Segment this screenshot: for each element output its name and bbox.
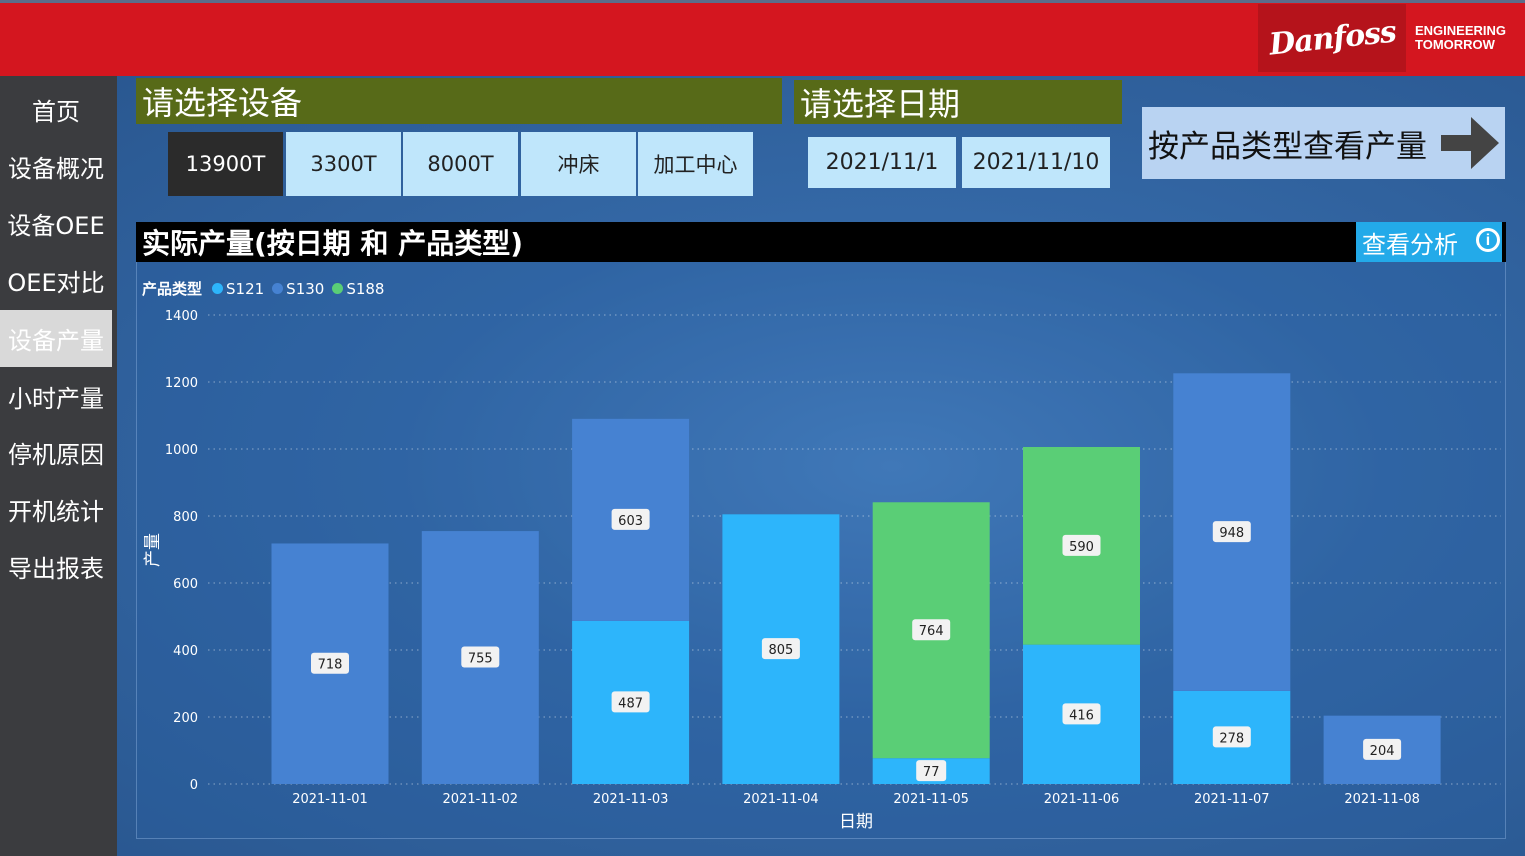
data-label: 204 — [1370, 744, 1395, 759]
tagline: ENGINEERING TOMORROW — [1415, 24, 1515, 52]
sidebar-item-device-overview[interactable]: 设备概况 — [0, 138, 112, 194]
chart-title: 实际产量(按日期 和 产品类型) — [136, 222, 1356, 262]
arrow-right-icon — [1441, 117, 1499, 169]
sidebar-item-device-output[interactable]: 设备产量 — [0, 310, 112, 367]
sidebar-item-hourly-output[interactable]: 小时产量 — [0, 368, 112, 424]
data-label: 77 — [923, 765, 940, 780]
tagline-line1: ENGINEERING — [1415, 23, 1507, 38]
device-button-8000t[interactable]: 8000T — [403, 132, 518, 196]
device-button-13900t[interactable]: 13900T — [168, 132, 283, 196]
device-button-3300t[interactable]: 3300T — [286, 132, 401, 196]
sidebar-item-downtime-reason[interactable]: 停机原因 — [0, 424, 112, 480]
sidebar-item-export-report[interactable]: 导出报表 — [0, 538, 112, 594]
sidebar-item-startup-stats[interactable]: 开机统计 — [0, 481, 112, 537]
x-tick-label: 2021-11-06 — [1044, 792, 1120, 807]
data-label: 278 — [1219, 731, 1244, 746]
y-tick-label: 200 — [173, 711, 198, 726]
device-button-press[interactable]: 冲床 — [521, 132, 636, 196]
view-analysis-button[interactable]: 查看分析 i — [1356, 222, 1506, 262]
y-axis-title: 产量 — [143, 533, 163, 567]
x-tick-label: 2021-11-08 — [1344, 792, 1420, 807]
y-tick-label: 1000 — [165, 443, 198, 458]
x-tick-label: 2021-11-01 — [292, 792, 368, 807]
sidebar-item-home[interactable]: 首页 — [0, 81, 112, 137]
x-axis-title: 日期 — [839, 812, 873, 832]
data-label: 805 — [768, 643, 793, 658]
x-tick-label: 2021-11-05 — [893, 792, 969, 807]
x-tick-label: 2021-11-03 — [593, 792, 669, 807]
sidebar: 首页 设备概况 设备OEE OEE对比 设备产量 小时产量 停机原因 开机统计 … — [0, 76, 117, 856]
y-tick-label: 800 — [173, 510, 198, 525]
output-bar-chart: 0 200 400 600 800 1000 1200 1400 718 2021-11-01 75… — [143, 309, 1501, 832]
info-icon: i — [1476, 228, 1500, 252]
data-label: 416 — [1069, 708, 1094, 723]
chart-header-edge — [1502, 222, 1506, 262]
y-tick-label: 600 — [173, 577, 198, 592]
y-tick-label: 1400 — [165, 309, 198, 324]
sidebar-item-oee-compare[interactable]: OEE对比 — [0, 252, 112, 308]
data-label: 718 — [318, 658, 343, 673]
data-label: 755 — [468, 652, 493, 667]
tagline-line2: TOMORROW — [1415, 37, 1495, 52]
device-button-machining-center[interactable]: 加工中心 — [638, 132, 753, 196]
y-tick-label: 0 — [190, 778, 198, 793]
sidebar-item-device-oee[interactable]: 设备OEE — [0, 195, 112, 251]
y-tick-label: 1200 — [165, 376, 198, 391]
device-select-title: 请选择设备 — [136, 78, 782, 124]
data-label: 948 — [1219, 526, 1244, 541]
logo-text: Danfoss — [1267, 13, 1397, 63]
x-tick-label: 2021-11-07 — [1194, 792, 1270, 807]
date-select-title: 请选择日期 — [794, 80, 1122, 124]
view-by-product-type-label: 按产品类型查看产量 — [1148, 128, 1427, 165]
view-by-product-type-button[interactable]: 按产品类型查看产量 — [1142, 107, 1505, 179]
view-analysis-label: 查看分析 — [1362, 230, 1458, 259]
data-label: 603 — [618, 514, 643, 529]
end-date-field[interactable]: 2021/11/10 — [962, 137, 1110, 188]
x-tick-label: 2021-11-04 — [743, 792, 819, 807]
data-label: 487 — [618, 696, 643, 711]
start-date-field[interactable]: 2021/11/1 — [808, 137, 956, 188]
data-label: 590 — [1069, 540, 1094, 555]
y-tick-label: 400 — [173, 644, 198, 659]
top-border — [0, 0, 1525, 3]
x-tick-label: 2021-11-02 — [443, 792, 519, 807]
danfoss-logo: Danfoss — [1258, 4, 1406, 72]
data-label: 764 — [919, 624, 944, 639]
